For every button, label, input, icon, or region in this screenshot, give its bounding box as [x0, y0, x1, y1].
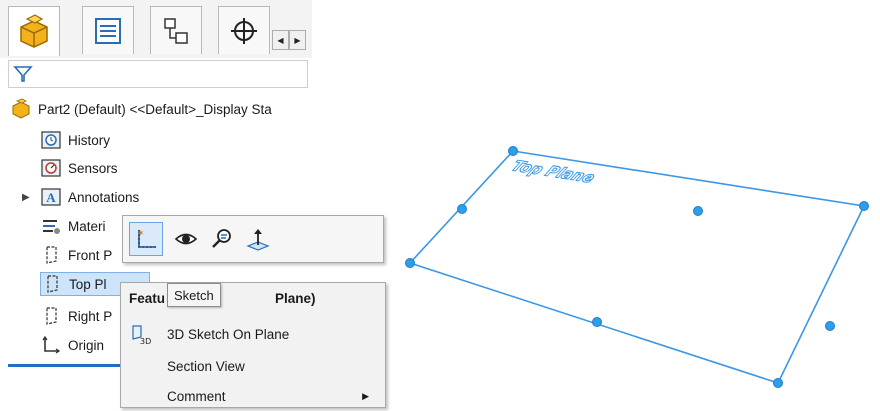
graphics-viewport[interactable]: Top Plane [390, 120, 880, 408]
part-icon [10, 98, 32, 119]
tree-item-label: Origin [68, 337, 105, 353]
sensors-icon [40, 158, 62, 178]
tab-dimxpert-manager[interactable] [218, 6, 270, 54]
svg-text:A: A [46, 190, 56, 205]
menu-item-section-view[interactable]: Section View [121, 351, 385, 381]
origin-icon [40, 335, 62, 355]
svg-text:✶: ✶ [137, 229, 145, 239]
plane-label: Top Plane [508, 157, 600, 186]
zoom-to-selection-button[interactable] [205, 222, 239, 256]
tree-item-right-plane[interactable]: Right P [40, 304, 112, 328]
plane-handle[interactable] [457, 204, 467, 214]
show-hide-button[interactable] [169, 222, 203, 256]
plane-icon [40, 245, 62, 265]
eye-icon [174, 233, 198, 245]
dimxpert-icon [231, 17, 257, 44]
tree-item-label: Top Pl [69, 276, 107, 292]
tree-item-label: Right P [68, 308, 113, 324]
tree-item-label: History [68, 132, 111, 148]
tree-root-part[interactable]: Part2 (Default) <<Default>_Display Sta [10, 97, 272, 121]
part-icon [20, 13, 48, 48]
tree-item-material[interactable]: Materi [40, 214, 106, 238]
tab-configuration-manager[interactable] [150, 6, 202, 54]
tree-item-label: Front P [68, 247, 113, 263]
menu-item-label: Comment [167, 388, 226, 404]
history-icon [40, 130, 62, 150]
plane-handle[interactable] [825, 321, 835, 331]
panel-tabs: ◀ ▶ [0, 0, 312, 58]
menu-item-3d-sketch-on-plane[interactable]: 3D 3D Sketch On Plane [121, 319, 385, 349]
scroll-left-button[interactable]: ◀ [272, 30, 289, 50]
filter-icon [13, 66, 33, 82]
tree-item-origin[interactable]: Origin [40, 333, 104, 357]
tree-item-label: Annotations [68, 189, 140, 205]
tree-item-label: Materi [68, 218, 106, 234]
tooltip: Sketch [167, 283, 221, 307]
normal-to-button[interactable] [241, 222, 275, 256]
menu-item-label: 3D Sketch On Plane [167, 326, 290, 342]
normal-to-icon [246, 229, 270, 251]
tree-item-sensors[interactable]: Sensors [40, 156, 118, 180]
plane-handle[interactable] [405, 258, 415, 268]
submenu-arrow-icon: ▶ [362, 390, 369, 401]
tree-item-label: Sensors [68, 160, 118, 176]
tab-property-manager[interactable] [82, 6, 134, 54]
tree-item-history[interactable]: History [40, 128, 110, 152]
3d-sketch-icon: 3D [121, 323, 159, 345]
zoom-icon [212, 229, 231, 248]
context-menu-header-tail: Plane) [275, 291, 316, 306]
scroll-right-button[interactable]: ▶ [289, 30, 306, 50]
tab-feature-manager[interactable] [8, 6, 60, 56]
svg-text:3D: 3D [140, 337, 151, 345]
plane-handle[interactable] [693, 206, 703, 216]
annotations-icon: A [40, 187, 62, 207]
filter-bar[interactable] [8, 60, 308, 88]
top-plane-outline[interactable] [408, 150, 866, 384]
tree-root-label: Part2 (Default) <<Default>_Display Sta [38, 101, 272, 117]
configuration-manager-icon [164, 17, 188, 44]
plane-handle[interactable] [773, 378, 783, 388]
tab-scroll-buttons: ◀ ▶ [272, 30, 306, 50]
plane-handle[interactable] [859, 201, 869, 211]
material-icon [40, 216, 62, 236]
plane-handle[interactable] [508, 146, 518, 156]
context-menu-header: Featu [129, 291, 166, 306]
plane-handle[interactable] [592, 317, 602, 327]
context-toolbar: ✶ [122, 215, 384, 263]
tree-item-front-plane[interactable]: Front P [40, 243, 112, 267]
property-manager-icon [95, 17, 121, 44]
expand-arrow-icon[interactable]: ▶ [22, 192, 40, 203]
menu-item-comment[interactable]: Comment ▶ [121, 381, 385, 411]
context-menu: Featu Plane) 3D 3D Sketch On Plane Secti… [120, 282, 386, 408]
sketch-icon: ✶ [137, 229, 156, 248]
tree-item-annotations[interactable]: ▶ A Annotations [22, 185, 139, 209]
menu-item-label: Section View [167, 358, 245, 374]
sketch-button[interactable]: ✶ [129, 222, 163, 256]
plane-icon [41, 274, 63, 294]
plane-icon [40, 306, 62, 326]
